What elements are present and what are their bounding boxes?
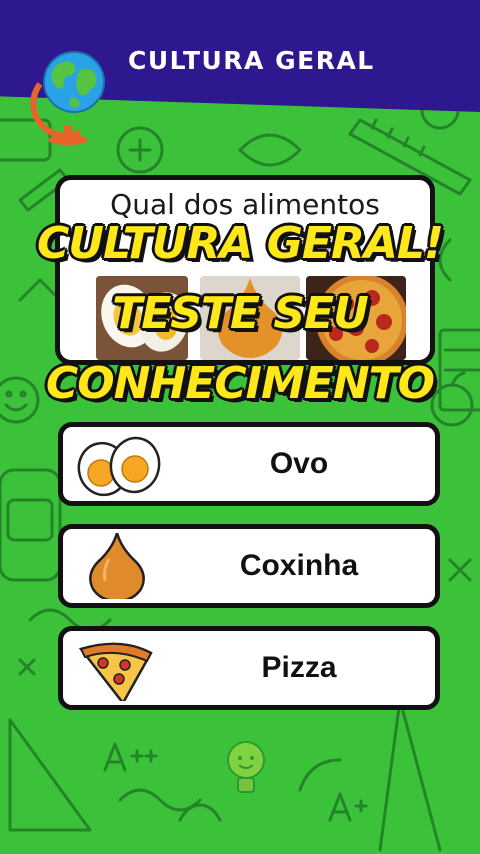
question-text: Qual dos alimentos [110, 188, 380, 221]
answer-button-coxinha[interactable]: Coxinha [58, 524, 440, 608]
answer-label: Ovo [269, 447, 329, 480]
answer-button-pizza[interactable]: Pizza [58, 626, 440, 710]
app-title: CULTURA GERAL [128, 46, 375, 75]
answer-button-ovo[interactable]: Ovo [58, 422, 440, 506]
egg-icon [77, 436, 161, 497]
coxinha-icon [89, 533, 145, 599]
answer-label: Pizza [261, 651, 337, 684]
lightbulb-icon [227, 741, 265, 793]
pizza-slice-icon [78, 642, 153, 701]
promo-headline: CULTURA GERAL! [37, 218, 444, 269]
answer-label: Coxinha [239, 549, 359, 582]
promo-subline-2: CONHECIMENTO [45, 358, 435, 409]
globe-icon [30, 51, 105, 145]
promo-subline: TESTE SEU [112, 288, 369, 339]
